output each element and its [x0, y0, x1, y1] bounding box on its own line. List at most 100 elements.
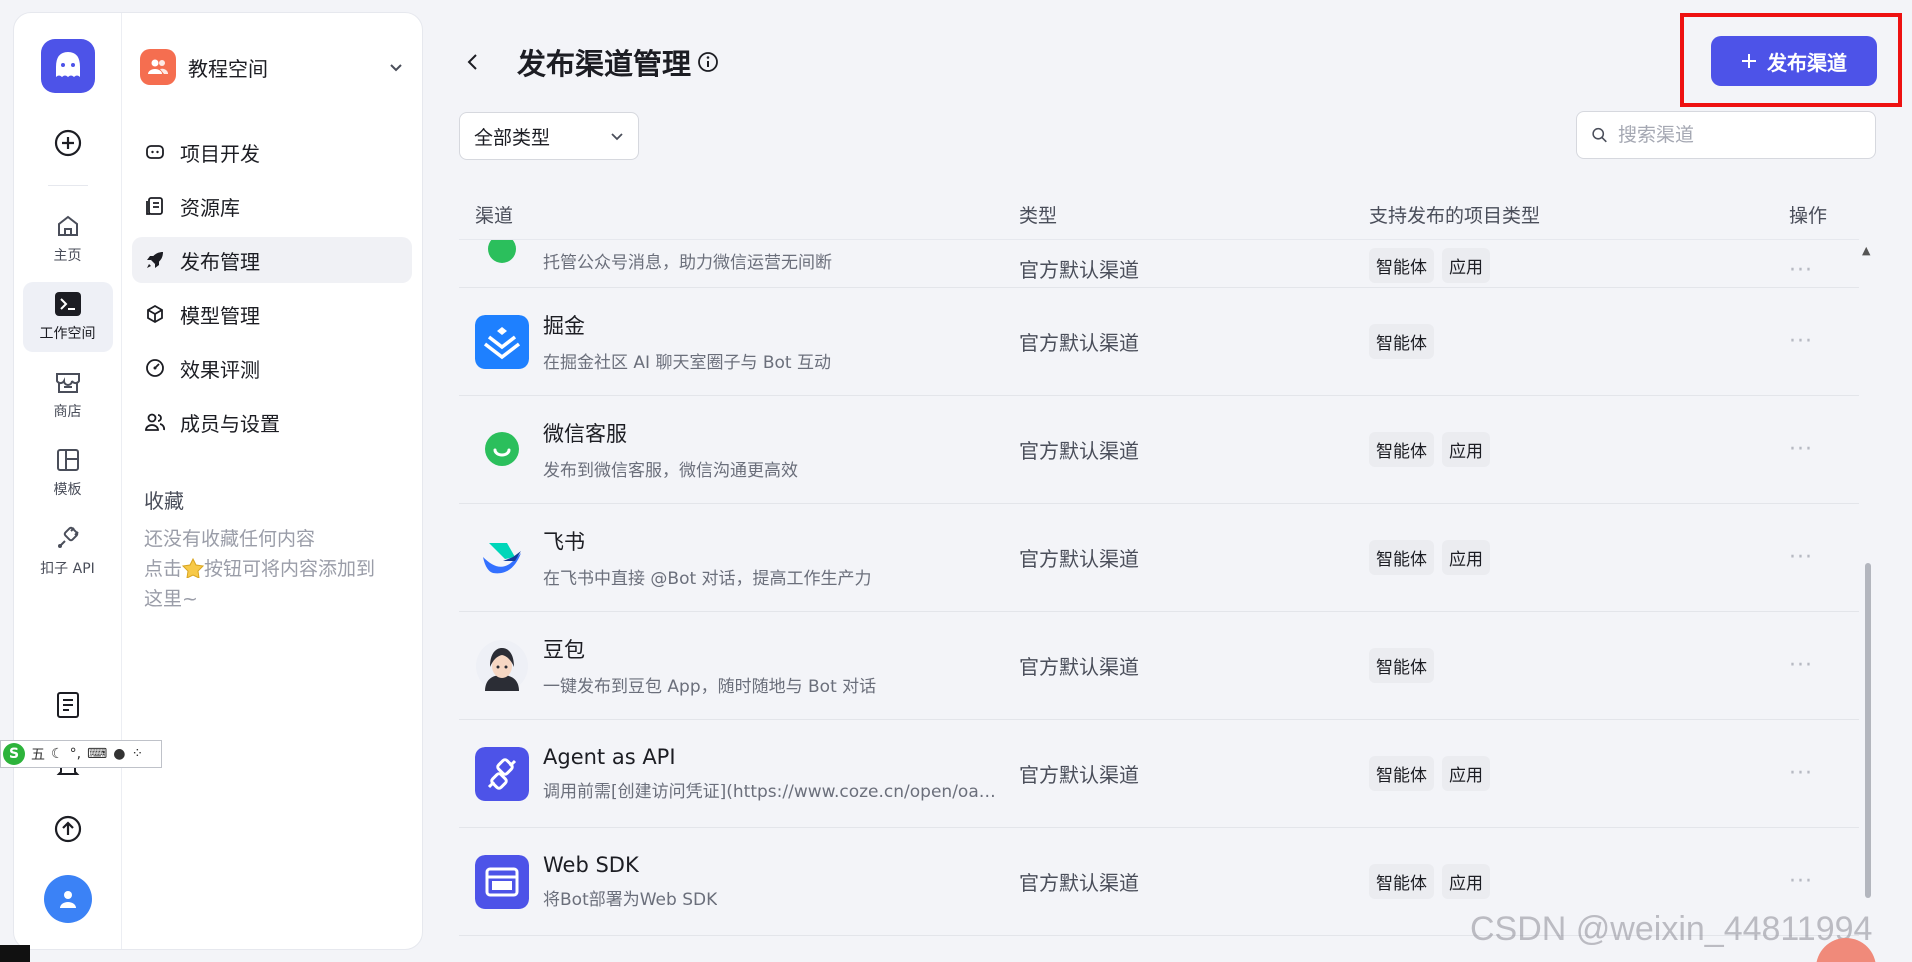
- terminal-icon: [54, 292, 81, 316]
- channel-type: 官方默认渠道: [1019, 439, 1139, 463]
- table-row[interactable]: 掘金 在掘金社区 AI 聊天室圈子与 Bot 互动 官方默认渠道 智能体 ···: [459, 288, 1859, 396]
- publish-channel-button[interactable]: 发布渠道: [1711, 36, 1877, 86]
- user-avatar[interactable]: [43, 875, 92, 923]
- channel-name: 飞书: [543, 530, 585, 554]
- juejin-icon: [475, 314, 529, 369]
- nav-item-members[interactable]: 成员与设置: [132, 399, 412, 445]
- project-type-tag: 应用: [1442, 248, 1490, 283]
- type-cell: 官方默认渠道: [1019, 327, 1369, 356]
- plus-icon: [1742, 54, 1756, 68]
- coze-logo-icon[interactable]: [40, 39, 95, 93]
- nav-item-projects[interactable]: 项目开发: [132, 129, 412, 175]
- type-filter-select[interactable]: 全部类型: [459, 112, 639, 160]
- table-row[interactable]: 微信客服 发布到微信客服，微信沟通更高效 官方默认渠道 智能体 应用 ···: [459, 396, 1859, 504]
- table-row[interactable]: 托管公众号消息，助力微信运营无间断 官方默认渠道 智能体 应用 ···: [459, 240, 1859, 288]
- nav-item-label: 模型管理: [180, 303, 260, 328]
- channel-name: 掘金: [543, 314, 585, 338]
- nav-item-publish[interactable]: 发布管理: [132, 237, 412, 283]
- actions-cell: ···: [1789, 258, 1859, 283]
- create-icon[interactable]: [52, 127, 84, 159]
- more-actions-icon[interactable]: ···: [1789, 258, 1813, 283]
- upload-icon[interactable]: [52, 813, 84, 845]
- column-header-project-types: 支持发布的项目类型: [1369, 205, 1541, 227]
- channel-description: 一键发布到豆包 App，随时随地与 Bot 对话: [543, 677, 877, 697]
- nav-item-evaluation[interactable]: 效果评测: [132, 345, 412, 391]
- ime-toolbar[interactable]: S 五 ☾ °, ⌨ ● ⁘: [0, 740, 162, 768]
- web-sdk-icon: [475, 854, 529, 909]
- more-actions-icon[interactable]: ···: [1789, 869, 1813, 894]
- actions-cell: ···: [1789, 761, 1859, 786]
- doubao-icon: [475, 639, 529, 693]
- column-header-actions: 操作: [1789, 205, 1828, 227]
- table-row[interactable]: 豆包 一键发布到豆包 App，随时随地与 Bot 对话 官方默认渠道 智能体 ·…: [459, 612, 1859, 720]
- workspace-avatar-icon: [140, 49, 176, 85]
- moon-icon: ☾: [51, 746, 64, 762]
- table-row[interactable]: Agent as API 调用前需[创建访问凭证](https://www.co…: [459, 720, 1859, 828]
- info-icon[interactable]: [697, 51, 719, 73]
- library-icon: [144, 195, 166, 217]
- scrollbar-thumb[interactable]: [1865, 563, 1871, 898]
- channel-cell: 托管公众号消息，助力微信运营无间断: [459, 240, 1019, 283]
- main-content: 发布渠道管理 发布渠道 全部类型 渠道 类型 支持发布的项目类型 操作 托管公众…: [459, 0, 1912, 962]
- project-types-cell: 智能体 应用: [1369, 540, 1789, 575]
- project-types-cell: 智能体 应用: [1369, 432, 1789, 467]
- more-actions-icon[interactable]: ···: [1789, 545, 1813, 570]
- type-cell: 官方默认渠道: [1019, 867, 1369, 896]
- more-actions-icon[interactable]: ···: [1789, 437, 1813, 462]
- more-actions-icon[interactable]: ···: [1789, 329, 1813, 354]
- more-actions-icon[interactable]: ···: [1789, 761, 1813, 786]
- users-icon: [144, 411, 166, 433]
- more-actions-icon[interactable]: ···: [1789, 653, 1813, 678]
- rail-item-store[interactable]: 商店: [23, 360, 113, 430]
- back-button[interactable]: [459, 48, 487, 76]
- channel-type: 官方默认渠道: [1019, 258, 1139, 282]
- rail-item-home[interactable]: 主页: [23, 204, 113, 274]
- nav-item-models[interactable]: 模型管理: [132, 291, 412, 337]
- page-title: 发布渠道管理: [517, 47, 692, 81]
- rail-item-workspace[interactable]: 工作空间: [22, 282, 113, 352]
- scroll-up-arrow-icon[interactable]: ▲: [1862, 244, 1870, 257]
- workspace-nav: 项目开发 资源库 发布管理 模型管理 效果评测 成员与设置: [132, 129, 412, 445]
- nav-item-label: 成员与设置: [180, 411, 280, 436]
- actions-cell: ···: [1789, 545, 1859, 570]
- template-icon: [56, 449, 79, 471]
- channel-type: 官方默认渠道: [1019, 331, 1139, 355]
- channel-cell: 微信客服 发布到微信客服，微信沟通更高效: [459, 418, 1019, 481]
- project-types-cell: 智能体 应用: [1369, 756, 1789, 791]
- nav-item-library[interactable]: 资源库: [132, 183, 412, 229]
- rail-item-label: 模板: [53, 482, 82, 498]
- channel-cell: 飞书 在飞书中直接 @Bot 对话，提高工作生产力: [459, 526, 1019, 589]
- channel-type: 官方默认渠道: [1019, 763, 1139, 787]
- chevron-left-icon: [467, 54, 477, 70]
- project-type-tag: 应用: [1442, 756, 1490, 791]
- channel-description: 将Bot部署为Web SDK: [543, 890, 718, 910]
- workspace-panel: 教程空间 项目开发 资源库 发布管理 模型管理 效果评测 成员与设置 收藏 还没…: [122, 13, 422, 949]
- channel-type: 官方默认渠道: [1019, 655, 1139, 679]
- table-row[interactable]: 飞书 在飞书中直接 @Bot 对话，提高工作生产力 官方默认渠道 智能体 应用 ·…: [459, 504, 1859, 612]
- channel-cell: 豆包 一键发布到豆包 App，随时随地与 Bot 对话: [459, 634, 1019, 697]
- plug-icon: [57, 526, 79, 548]
- search-input[interactable]: [1618, 124, 1861, 146]
- home-icon: [57, 215, 78, 236]
- type-filter-value: 全部类型: [474, 126, 551, 149]
- type-cell: 官方默认渠道: [1019, 435, 1369, 464]
- document-icon[interactable]: [52, 689, 84, 721]
- channel-name: Agent as API: [543, 745, 676, 769]
- channel-type: 官方默认渠道: [1019, 871, 1139, 895]
- rail-item-api[interactable]: 扣子 API: [23, 516, 113, 586]
- watermark: CSDN @weixin_44811994: [1470, 910, 1873, 948]
- icon-rail: 主页 工作空间 商店 模板 扣子 API: [14, 13, 122, 949]
- corner-artifact: [0, 945, 30, 962]
- column-header-channel: 渠道: [475, 205, 514, 227]
- sidebar-card: 主页 工作空间 商店 模板 扣子 API 教程空间 项目开发 资源库 发布管理 …: [13, 12, 423, 950]
- project-types-cell: 智能体: [1369, 648, 1789, 683]
- nav-item-label: 资源库: [180, 195, 240, 220]
- keyboard-icon: ⌨: [87, 746, 108, 762]
- workspace-switcher[interactable]: 教程空间: [132, 47, 412, 87]
- actions-cell: ···: [1789, 869, 1859, 894]
- actions-cell: ···: [1789, 653, 1859, 678]
- rail-item-template[interactable]: 模板: [23, 438, 113, 508]
- star-icon: [181, 557, 205, 579]
- page-header: 发布渠道管理: [459, 40, 719, 84]
- project-types-cell: 智能体: [1369, 324, 1789, 359]
